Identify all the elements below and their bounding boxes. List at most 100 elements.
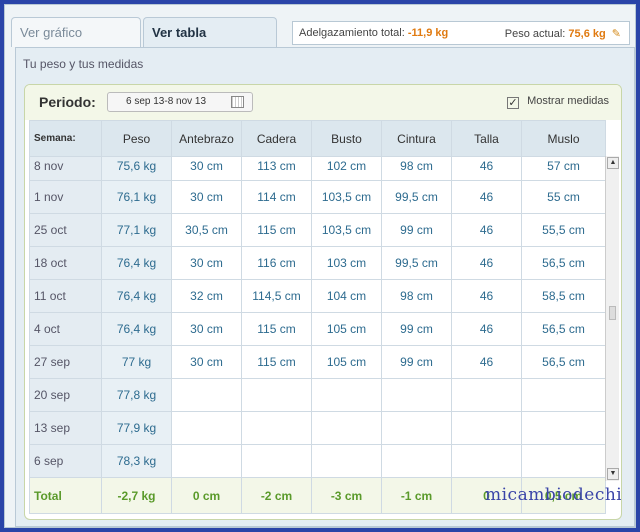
table-header: Semana: Peso Antebrazo Cadera Busto Cintura Ta… — [29, 120, 606, 157]
table-row: 20 sep 77,8 kg — [29, 378, 606, 412]
weight-value: 75,6 kg — [568, 28, 606, 40]
table-cell — [241, 444, 312, 478]
table-cell: 30 cm — [171, 246, 242, 280]
loss-value: -11,9 kg — [407, 27, 449, 39]
table-cell: 99 cm — [381, 345, 452, 379]
table-cell: 32 cm — [171, 279, 242, 313]
table-cell: 99,5 cm — [381, 180, 452, 214]
table-cell: 46 — [451, 312, 522, 346]
column-header: Peso — [101, 120, 172, 157]
table-cell: 30 cm — [171, 156, 242, 181]
scroll-up-icon[interactable]: ▲ — [607, 157, 619, 169]
column-header: Muslo — [521, 120, 606, 157]
table-cell: 114 cm — [241, 180, 312, 214]
table-cell: 78,3 kg — [101, 444, 172, 478]
table-cell: 55,5 cm — [521, 213, 606, 247]
table-cell: 115 cm — [241, 345, 312, 379]
table-cell: 98 cm — [381, 279, 452, 313]
table-cell: 77,1 kg — [101, 213, 172, 247]
total-cell: -1 cm — [381, 477, 452, 514]
table-scrollbar[interactable]: ▲ ▼ — [605, 156, 619, 481]
week-cell: 8 nov — [29, 156, 102, 181]
loss-label: Adelgazamiento total: — [299, 27, 405, 39]
table-cell — [521, 378, 606, 412]
table-cell: 98 cm — [381, 156, 452, 181]
table-cell: 116 cm — [241, 246, 312, 280]
table-cell: 30 cm — [171, 345, 242, 379]
column-header: Antebrazo — [171, 120, 242, 157]
scroll-down-icon[interactable]: ▼ — [607, 468, 619, 480]
weight-label: Peso actual: — [504, 28, 566, 40]
scroll-thumb[interactable] — [609, 306, 616, 320]
table-row: 13 sep 77,9 kg — [29, 411, 606, 445]
table-cell — [521, 411, 606, 445]
table-cell: 56,5 cm — [521, 246, 606, 280]
table-cell: 77,8 kg — [101, 378, 172, 412]
show-measures-checkbox[interactable]: ✓ — [507, 97, 520, 109]
table-cell: 115 cm — [241, 312, 312, 346]
weight-summary: Adelgazamiento total: -11,9 kg Peso actu… — [292, 21, 630, 45]
column-header: Semana: — [29, 120, 102, 157]
period-bar: Periodo: 6 sep 13-8 nov 13 ✓ Mostrar med… — [25, 85, 621, 120]
total-cell: -3 cm — [311, 477, 382, 514]
week-cell: 6 sep — [29, 444, 102, 478]
table-cell: 46 — [451, 156, 522, 181]
table-cell: 76,4 kg — [101, 312, 172, 346]
calendar-icon[interactable] — [231, 96, 244, 108]
table-cell — [241, 411, 312, 445]
column-header: Cintura — [381, 120, 452, 157]
week-cell: 13 sep — [29, 411, 102, 445]
period-label: Periodo: — [39, 94, 96, 110]
week-cell: 20 sep — [29, 378, 102, 412]
app-frame: Ver gráfico Ver tabla Adelgazamiento tot… — [4, 4, 636, 528]
week-cell: 4 oct — [29, 312, 102, 346]
period-field[interactable]: 6 sep 13-8 nov 13 — [107, 92, 253, 112]
table-cell: 58,5 cm — [521, 279, 606, 313]
table-cell: 76,4 kg — [101, 246, 172, 280]
table-cell: 57 cm — [521, 156, 606, 181]
table-cell: 76,4 kg — [101, 279, 172, 313]
table-cell: 46 — [451, 180, 522, 214]
table-cell — [311, 444, 382, 478]
week-cell: 11 oct — [29, 279, 102, 313]
week-cell: 27 sep — [29, 345, 102, 379]
table-cell — [241, 378, 312, 412]
table-row: 27 sep 77 kg 30 cm 115 cm 105 cm 99 cm 46 56,5 … — [29, 345, 606, 379]
table-cell: 30 cm — [171, 180, 242, 214]
table-row: 8 nov 75,6 kg 30 cm 113 cm 102 cm 98 cm 46 57 c… — [29, 156, 606, 181]
table-cell — [311, 378, 382, 412]
table-cell — [171, 378, 242, 412]
column-header: Talla — [451, 120, 522, 157]
column-header: Cadera — [241, 120, 312, 157]
show-measures-label: Mostrar medidas — [527, 95, 609, 107]
table-cell: 115 cm — [241, 213, 312, 247]
pencil-icon[interactable]: ✎ — [612, 28, 621, 40]
tab-table[interactable]: Ver tabla — [143, 17, 277, 47]
period-value: 6 sep 13-8 nov 13 — [126, 96, 207, 107]
table-cell — [451, 378, 522, 412]
table-cell — [451, 444, 522, 478]
table-row: 18 oct 76,4 kg 30 cm 116 cm 103 cm 99,5 cm 46 5… — [29, 246, 606, 280]
table-cell: 30 cm — [171, 312, 242, 346]
total-cell: 0 cm — [171, 477, 242, 514]
table-cell: 105 cm — [311, 345, 382, 379]
table-cell: 56,5 cm — [521, 345, 606, 379]
measures-panel: Tu peso y tus medidas Periodo: 6 sep 13-… — [15, 47, 635, 527]
table-cell: 105 cm — [311, 312, 382, 346]
table-cell: 103,5 cm — [311, 180, 382, 214]
table-cell: 46 — [451, 279, 522, 313]
table-cell: 46 — [451, 213, 522, 247]
table-cell: 75,6 kg — [101, 156, 172, 181]
table-row: 25 oct 77,1 kg 30,5 cm 115 cm 103,5 cm 99 cm 4… — [29, 213, 606, 247]
tab-graph[interactable]: Ver gráfico — [11, 17, 141, 47]
total-cell: -2,7 kg — [101, 477, 172, 514]
table-cell: 99,5 cm — [381, 246, 452, 280]
panel-title: Tu peso y tus medidas — [23, 57, 144, 71]
table-row: 11 oct 76,4 kg 32 cm 114,5 cm 104 cm 98 cm 46 5… — [29, 279, 606, 313]
column-header: Busto — [311, 120, 382, 157]
week-cell: 1 nov — [29, 180, 102, 214]
table-row: 4 oct 76,4 kg 30 cm 115 cm 105 cm 99 cm 46 56,5… — [29, 312, 606, 346]
show-measures-toggle[interactable]: ✓ Mostrar medidas — [507, 95, 609, 109]
watermark: micambiodechip — [485, 485, 622, 505]
table-cell: 103 cm — [311, 246, 382, 280]
